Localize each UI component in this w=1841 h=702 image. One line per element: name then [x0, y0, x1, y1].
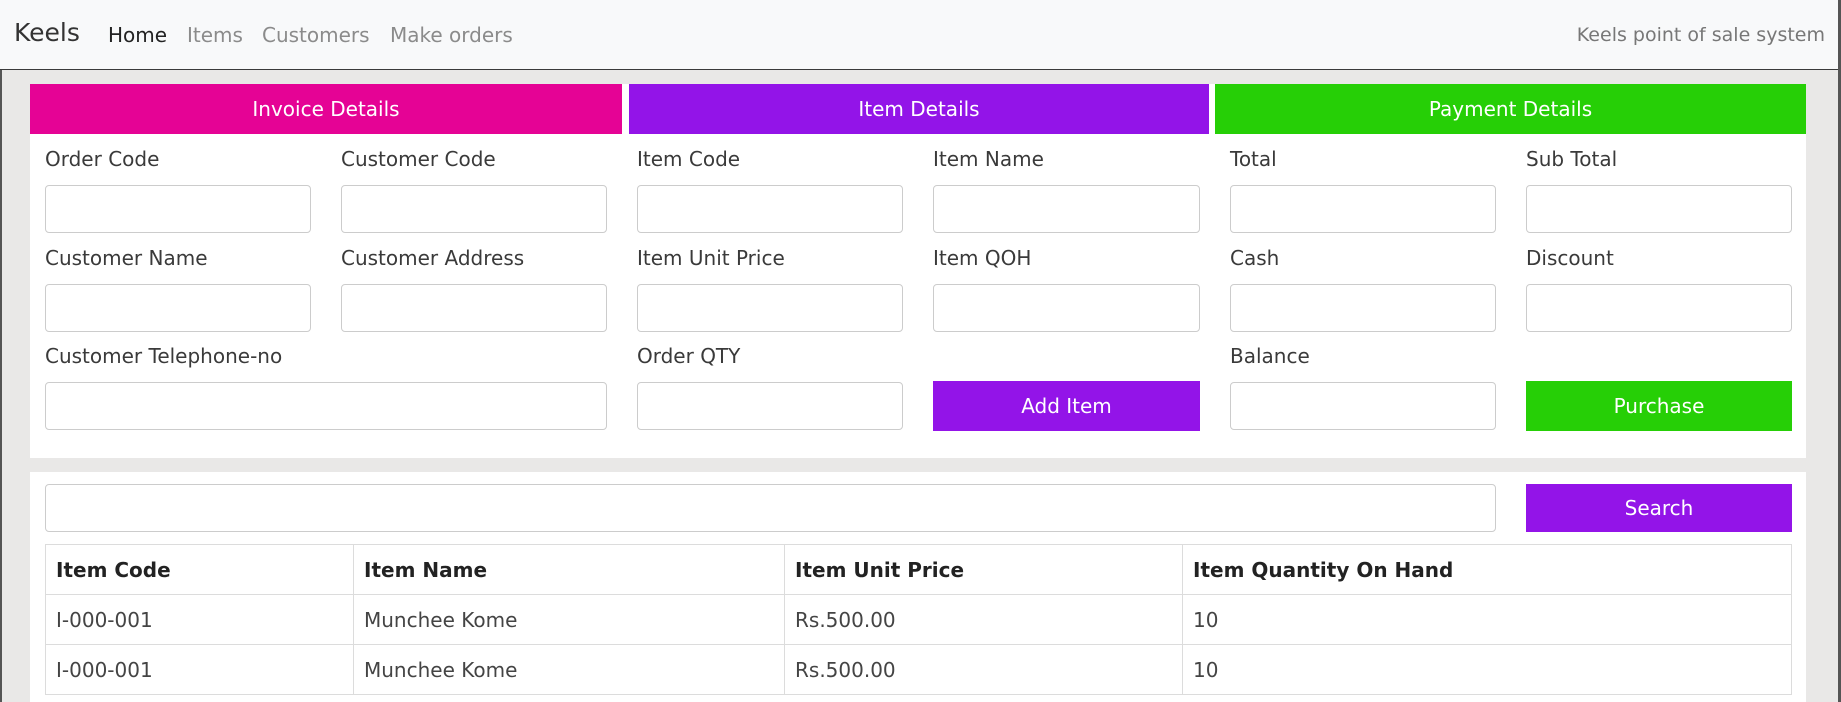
table-row[interactable]: I-000-001 Munchee Kome Rs.500.00 10	[45, 594, 1792, 645]
cash-label: Cash	[1230, 246, 1280, 270]
sub-total-label: Sub Total	[1526, 147, 1618, 171]
customer-code-input[interactable]	[341, 185, 607, 233]
item-name-input[interactable]	[933, 185, 1200, 233]
item-unit-price-input[interactable]	[637, 284, 903, 332]
navbar-tagline: Keels point of sale system	[1576, 24, 1825, 46]
payment-details-header: Payment Details	[1215, 84, 1806, 134]
left-border	[0, 70, 2, 702]
cell-item-name: Munchee Kome	[353, 644, 785, 695]
search-input[interactable]	[45, 484, 1496, 532]
purchase-button[interactable]: Purchase	[1526, 381, 1792, 431]
order-qty-input[interactable]	[637, 382, 903, 430]
total-label: Total	[1230, 147, 1277, 171]
cell-item-name: Munchee Kome	[353, 594, 785, 645]
balance-label: Balance	[1230, 344, 1310, 368]
nav-home[interactable]: Home	[108, 23, 167, 47]
discount-label: Discount	[1526, 246, 1614, 270]
item-qoh-label: Item QOH	[933, 246, 1032, 270]
customer-name-label: Customer Name	[45, 246, 208, 270]
sub-total-input[interactable]	[1526, 185, 1792, 233]
customer-telephone-input[interactable]	[45, 382, 607, 430]
table-row[interactable]: I-000-001 Munchee Kome Rs.500.00 10	[45, 644, 1792, 695]
search-button[interactable]: Search	[1526, 484, 1792, 532]
item-name-label: Item Name	[933, 147, 1044, 171]
customer-address-input[interactable]	[341, 284, 607, 332]
order-code-input[interactable]	[45, 185, 311, 233]
brand-logo[interactable]: Keels	[14, 18, 80, 47]
customer-name-input[interactable]	[45, 284, 311, 332]
table-header-row: Item Code Item Name Item Unit Price Item…	[45, 544, 1792, 595]
header-item-qoh: Item Quantity On Hand	[1182, 544, 1792, 595]
invoice-details-header: Invoice Details	[30, 84, 622, 134]
customer-address-label: Customer Address	[341, 246, 525, 270]
nav-make-orders[interactable]: Make orders	[390, 23, 513, 47]
cell-item-code: I-000-001	[45, 644, 354, 695]
cell-item-unit-price: Rs.500.00	[784, 594, 1183, 645]
header-item-code: Item Code	[45, 544, 354, 595]
discount-input[interactable]	[1526, 284, 1792, 332]
order-code-label: Order Code	[45, 147, 160, 171]
item-details-header: Item Details	[629, 84, 1209, 134]
item-code-label: Item Code	[637, 147, 741, 171]
customer-code-label: Customer Code	[341, 147, 496, 171]
nav-items[interactable]: Items	[187, 23, 243, 47]
item-code-input[interactable]	[637, 185, 903, 233]
balance-input[interactable]	[1230, 382, 1496, 430]
header-item-name: Item Name	[353, 544, 785, 595]
customer-telephone-label: Customer Telephone-no	[45, 344, 283, 368]
nav-customers[interactable]: Customers	[262, 23, 370, 47]
cash-input[interactable]	[1230, 284, 1496, 332]
total-input[interactable]	[1230, 185, 1496, 233]
cell-item-unit-price: Rs.500.00	[784, 644, 1183, 695]
item-search-panel: Search Item Code Item Name Item Unit Pri…	[30, 472, 1806, 702]
item-qoh-input[interactable]	[933, 284, 1200, 332]
items-table: Item Code Item Name Item Unit Price Item…	[45, 544, 1792, 695]
cell-item-code: I-000-001	[45, 594, 354, 645]
navbar: Keels Home Items Customers Make orders K…	[0, 0, 1841, 70]
add-item-button[interactable]: Add Item	[933, 381, 1200, 431]
order-qty-label: Order QTY	[637, 344, 741, 368]
item-unit-price-label: Item Unit Price	[637, 246, 785, 270]
cell-item-qoh: 10	[1182, 594, 1792, 645]
order-form-panel: Invoice Details Item Details Payment Det…	[30, 84, 1806, 458]
header-item-unit-price: Item Unit Price	[784, 544, 1183, 595]
cell-item-qoh: 10	[1182, 644, 1792, 695]
